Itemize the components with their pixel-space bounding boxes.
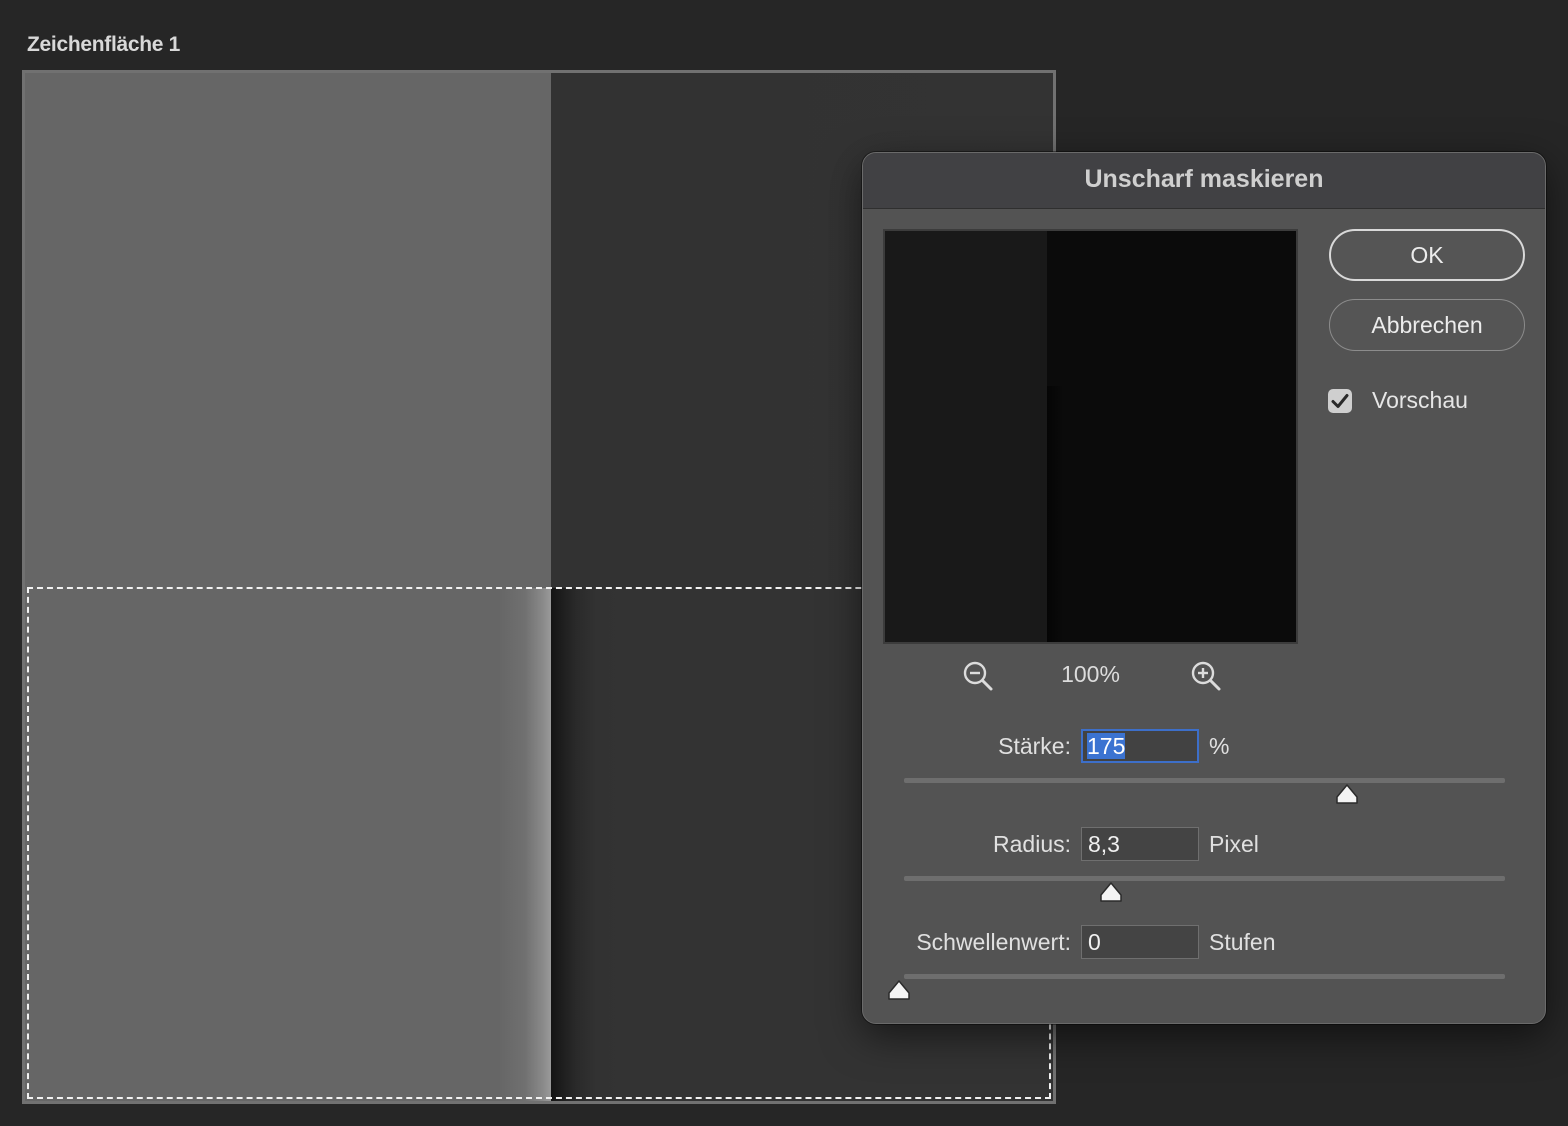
threshold-unit: Stufen: [1209, 929, 1276, 955]
zoom-out-icon[interactable]: [961, 659, 995, 693]
radius-label: Radius:: [993, 831, 1071, 857]
radius-slider[interactable]: [904, 876, 1505, 881]
triangle-thumb-icon: [1099, 882, 1122, 902]
preview-zoom-controls: 100%: [883, 653, 1298, 699]
canvas-region-light-bottom: [25, 588, 551, 1101]
threshold-label: Schwellenwert:: [916, 929, 1071, 955]
unsharp-mask-dialog: Unscharf maskieren 100% OK Abbrechen Vor…: [862, 152, 1546, 1024]
amount-unit: %: [1209, 733, 1230, 759]
triangle-thumb-icon: [888, 980, 910, 1000]
amount-slider[interactable]: [904, 778, 1505, 783]
dialog-title: Unscharf maskieren: [1084, 165, 1324, 193]
dialog-titlebar[interactable]: Unscharf maskieren: [863, 153, 1545, 209]
triangle-thumb-icon: [1335, 784, 1358, 804]
amount-label: Stärke:: [998, 733, 1071, 759]
cancel-button[interactable]: Abbrechen: [1329, 299, 1525, 351]
radius-input[interactable]: 8,3: [1081, 827, 1199, 861]
threshold-slider[interactable]: [904, 974, 1505, 979]
canvas-region-light-top: [25, 73, 551, 588]
preview-checkbox[interactable]: [1328, 389, 1352, 413]
radius-unit: Pixel: [1209, 831, 1259, 857]
checkmark-icon: [1331, 394, 1349, 408]
workspace: Zeichenfläche 1 Unscharf maskieren 100%: [0, 0, 1568, 1126]
artboard-title: Zeichenfläche 1: [27, 33, 181, 56]
preview-region-left: [885, 231, 1047, 642]
preview-label: Vorschau: [1372, 387, 1468, 413]
zoom-in-icon[interactable]: [1189, 659, 1223, 693]
preview-edge: [1047, 386, 1063, 642]
threshold-slider-thumb[interactable]: [887, 979, 911, 1001]
radius-slider-thumb[interactable]: [1099, 881, 1123, 903]
amount-slider-thumb[interactable]: [1335, 783, 1359, 805]
amount-value: 175: [1087, 733, 1126, 759]
filter-preview[interactable]: [883, 229, 1298, 644]
threshold-input[interactable]: 0: [1081, 925, 1199, 959]
zoom-level: 100%: [1061, 661, 1120, 687]
ok-button[interactable]: OK: [1329, 229, 1525, 281]
amount-input[interactable]: 175: [1081, 729, 1199, 763]
